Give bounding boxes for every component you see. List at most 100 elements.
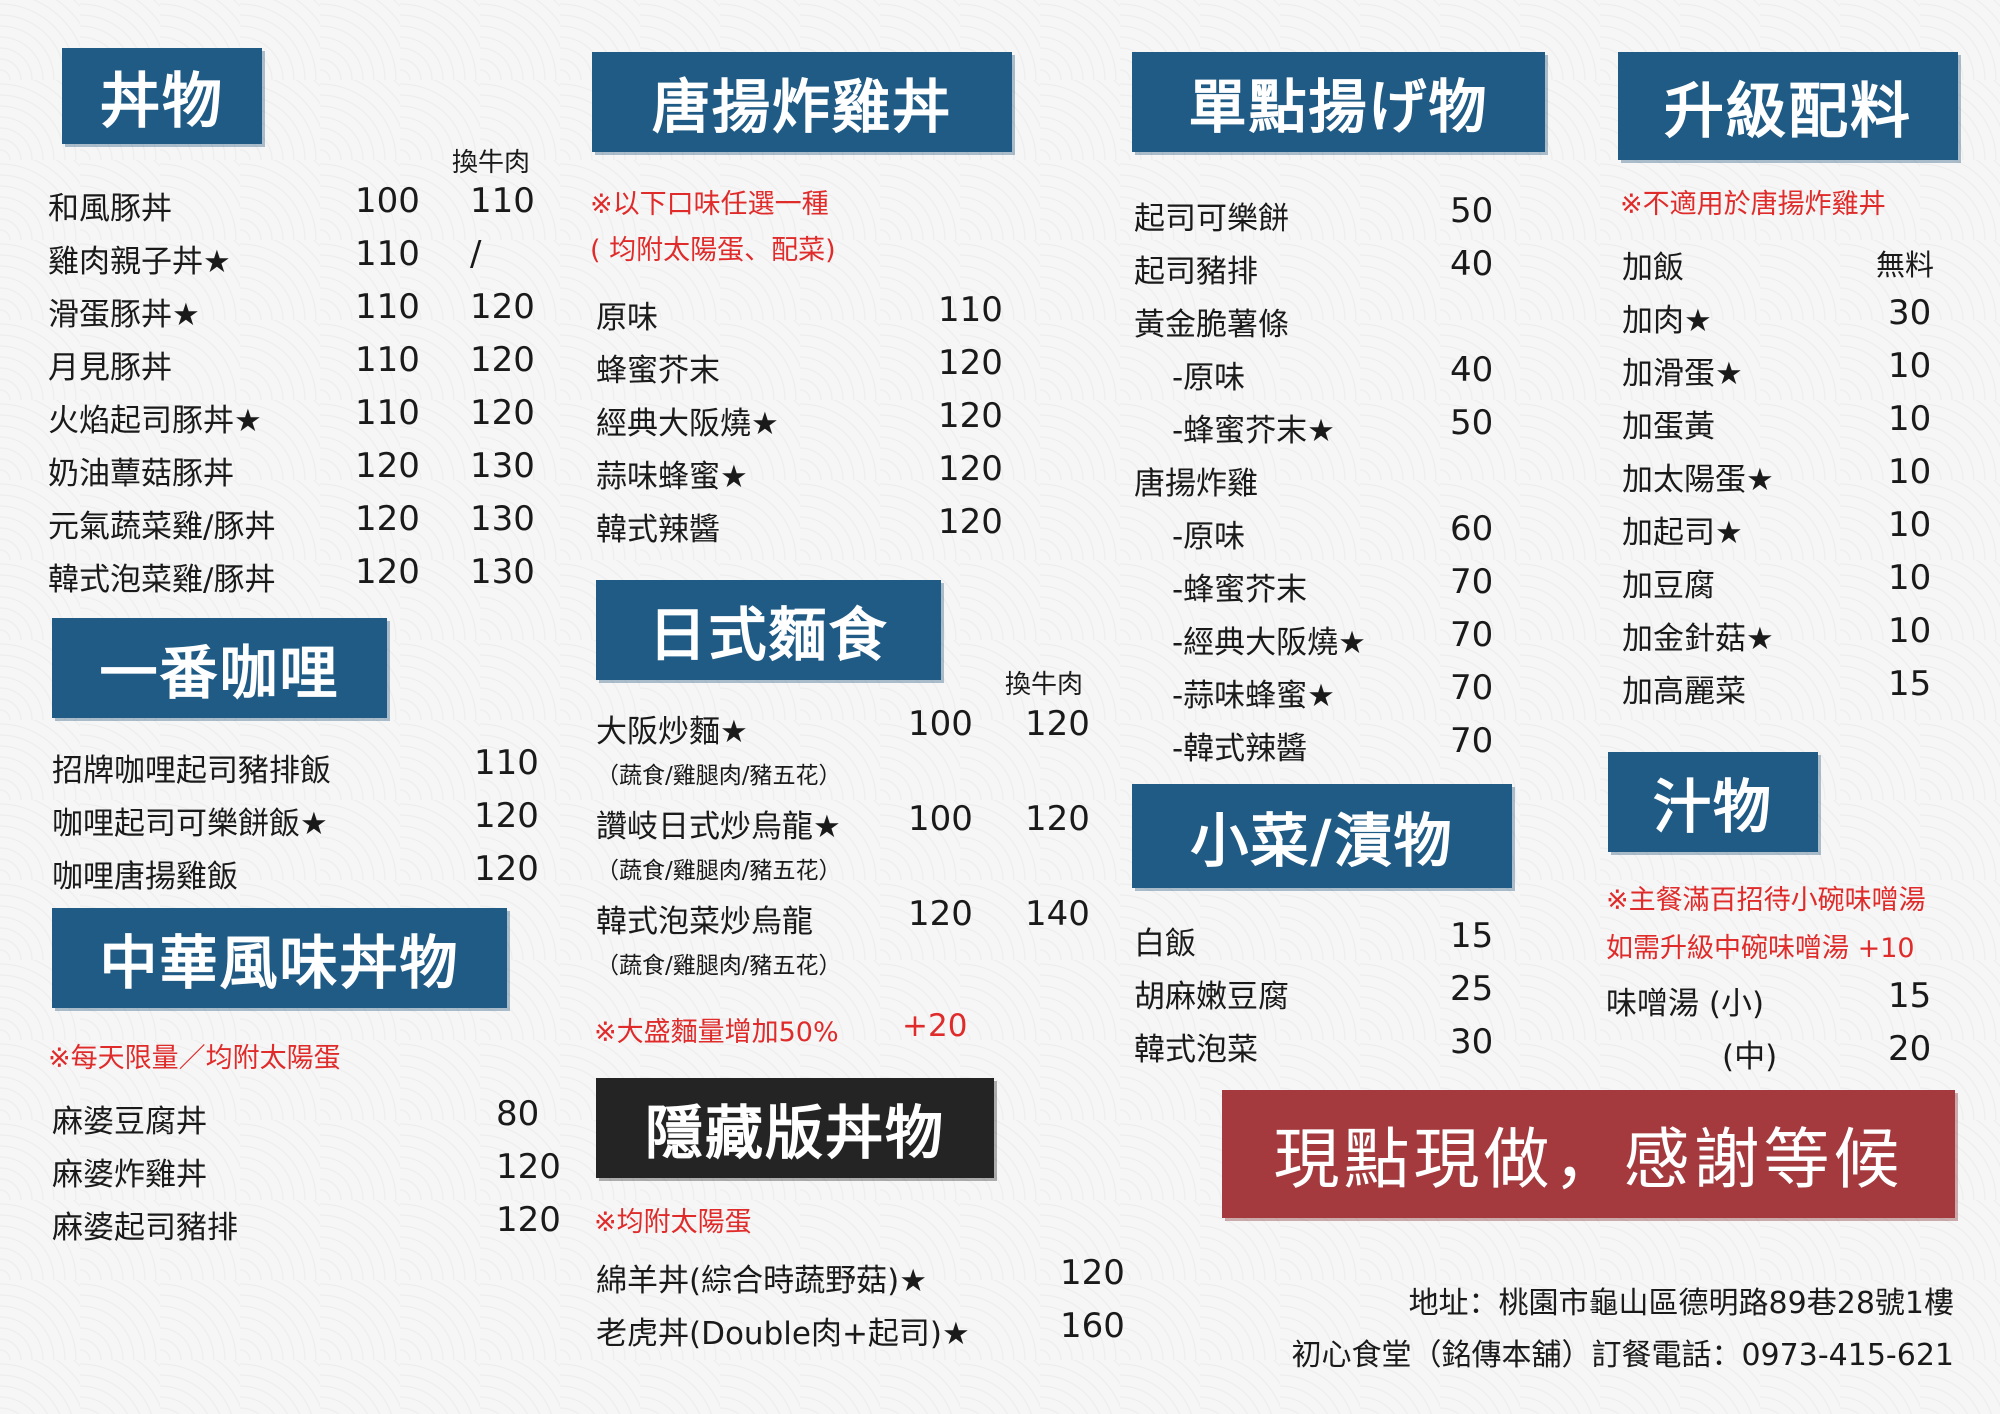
- noodles-item-beef-price: 120: [1025, 704, 1090, 744]
- soup-item-price: 20: [1888, 1029, 1932, 1069]
- donburi-item-name: 元氣蔬菜雞/豚丼: [48, 509, 276, 545]
- sides-item-name: 胡麻嫩豆腐: [1134, 979, 1289, 1015]
- sides-item-name: 白飯: [1134, 926, 1196, 962]
- soup-item-name: (中): [1722, 1039, 1778, 1075]
- soup-note-2: 如需升級中碗味噌湯 +10: [1606, 933, 1915, 964]
- hidden-item-price: 160: [1060, 1306, 1125, 1346]
- fried-item-name: 黃金脆薯條: [1134, 307, 1289, 343]
- upgrade-note: ※不適用於唐揚炸雞丼: [1620, 189, 1886, 220]
- upgrade-item-price: 10: [1888, 399, 1932, 439]
- noodles-note: ※大盛麵量增加50%: [594, 1017, 839, 1048]
- upgrade-title: 升級配料: [1618, 52, 1958, 160]
- donburi-item-beef-price: /: [470, 234, 482, 274]
- donburi-item-name: 月見豚丼: [48, 350, 172, 386]
- sides-item-price: 25: [1450, 969, 1494, 1009]
- curry-item-name: 咖哩起司可樂餅飯★: [52, 806, 328, 842]
- upgrade-item-name: 加高麗菜: [1622, 674, 1746, 710]
- fried-item-name: -蒜味蜂蜜★: [1172, 678, 1335, 714]
- curry-item-name: 咖哩唐揚雞飯: [52, 859, 238, 895]
- noodles-item-options: （蔬食/雞腿肉/豬五花）: [596, 953, 842, 979]
- donburi-item-beef-price: 120: [470, 340, 535, 380]
- fried-item-name: 唐揚炸雞: [1134, 466, 1258, 502]
- fried-item-price: 50: [1450, 403, 1494, 443]
- sides-item-name: 韓式泡菜: [1134, 1032, 1258, 1068]
- upgrade-item-name: 加飯: [1622, 250, 1684, 286]
- fried-item-price: 70: [1450, 721, 1494, 761]
- fried-item-price: 40: [1450, 350, 1494, 390]
- curry-item-price: 120: [474, 849, 539, 889]
- chinese-note: ※每天限量／均附太陽蛋: [48, 1043, 341, 1074]
- sides-item-price: 15: [1450, 916, 1494, 956]
- donburi-item-price: 110: [355, 393, 420, 433]
- donburi-item-price: 120: [355, 446, 420, 486]
- upgrade-item-name: 加起司★: [1622, 515, 1743, 551]
- curry-item-price: 110: [474, 743, 539, 783]
- donburi-item-price: 120: [355, 499, 420, 539]
- chinese-item-name: 麻婆起司豬排: [52, 1210, 238, 1246]
- karaage-item-name: 韓式辣醬: [596, 512, 720, 548]
- fried-item-price: 60: [1450, 509, 1494, 549]
- soup-item-name: 味噌湯 (小): [1606, 986, 1765, 1022]
- noodles-title: 日式麵食: [596, 580, 941, 680]
- fried-item-name: 起司豬排: [1134, 254, 1258, 290]
- karaage-item-name: 蒜味蜂蜜★: [596, 459, 748, 495]
- soup-item-price: 15: [1888, 976, 1932, 1016]
- donburi-item-price: 110: [355, 287, 420, 327]
- fried-item-name: -韓式辣醬: [1172, 731, 1308, 767]
- donburi-item-beef-price: 130: [470, 446, 535, 486]
- karaage-note-2: ( 均附太陽蛋、配菜): [590, 235, 836, 266]
- donburi-item-name: 韓式泡菜雞/豚丼: [48, 562, 276, 598]
- curry-title: 一番咖哩: [52, 618, 387, 718]
- hidden-title: 隱藏版丼物: [596, 1078, 994, 1178]
- upgrade-item-price: 30: [1888, 293, 1932, 333]
- donburi-item-beef-price: 130: [470, 552, 535, 592]
- curry-item-price: 120: [474, 796, 539, 836]
- upgrade-item-price: 10: [1888, 611, 1932, 651]
- upgrade-item-name: 加滑蛋★: [1622, 356, 1743, 392]
- karaage-item-price: 120: [938, 449, 1003, 489]
- donburi-beef-header: 換牛肉: [452, 148, 531, 178]
- karaage-title: 唐揚炸雞丼: [592, 52, 1012, 152]
- noodles-item-price: 100: [908, 799, 973, 839]
- fried-item-name: -經典大阪燒★: [1172, 625, 1366, 661]
- donburi-item-price: 110: [355, 234, 420, 274]
- fried-item-name: -蜂蜜芥末★: [1172, 413, 1335, 449]
- donburi-item-beef-price: 110: [470, 181, 535, 221]
- fried-item-name: -原味: [1172, 519, 1246, 555]
- sides-item-price: 30: [1450, 1022, 1494, 1062]
- donburi-item-price: 120: [355, 552, 420, 592]
- fried-item-name: -原味: [1172, 360, 1246, 396]
- karaage-item-price: 120: [938, 396, 1003, 436]
- chinese-item-name: 麻婆豆腐丼: [52, 1104, 207, 1140]
- hidden-item-price: 120: [1060, 1253, 1125, 1293]
- soup-note-1: ※主餐滿百招待小碗味噌湯: [1606, 885, 1926, 916]
- noodles-item-beef-price: 120: [1025, 799, 1090, 839]
- donburi-title: 丼物: [62, 48, 262, 144]
- footer-address: 地址：桃園市龜山區德明路89巷28號1樓: [1408, 1286, 1954, 1321]
- donburi-item-name: 滑蛋豚丼★: [48, 297, 200, 333]
- upgrade-item-price: 10: [1888, 346, 1932, 386]
- donburi-item-name: 火焰起司豚丼★: [48, 403, 262, 439]
- donburi-item-beef-price: 120: [470, 393, 535, 433]
- curry-item-name: 招牌咖哩起司豬排飯: [52, 753, 331, 789]
- fried-item-price: 40: [1450, 244, 1494, 284]
- karaage-item-name: 原味: [596, 300, 658, 336]
- upgrade-item-name: 加豆腐: [1622, 568, 1715, 604]
- chinese-item-price: 120: [496, 1200, 561, 1240]
- footer-phone: 初心食堂（銘傳本舖）訂餐電話：0973-415-621: [1291, 1338, 1954, 1373]
- upgrade-item-name: 加肉★: [1622, 303, 1712, 339]
- fried-title: 單點揚げ物: [1132, 52, 1545, 152]
- karaage-item-name: 經典大阪燒★: [596, 406, 779, 442]
- upgrade-item-price: 10: [1888, 452, 1932, 492]
- chinese-item-price: 80: [496, 1094, 540, 1134]
- fried-item-name: 起司可樂餅: [1134, 201, 1289, 237]
- soup-title: 汁物: [1608, 752, 1818, 852]
- chinese-item-price: 120: [496, 1147, 561, 1187]
- hidden-note: ※均附太陽蛋: [594, 1207, 752, 1238]
- karaage-item-name: 蜂蜜芥末: [596, 353, 720, 389]
- noodles-item-beef-price: 140: [1025, 894, 1090, 934]
- noodles-item-name: 大阪炒麵★: [596, 714, 748, 750]
- karaage-item-price: 110: [938, 290, 1003, 330]
- hidden-item-name: 綿羊丼(綜合時蔬野菇)★: [596, 1263, 927, 1299]
- upgrade-item-price: 10: [1888, 505, 1932, 545]
